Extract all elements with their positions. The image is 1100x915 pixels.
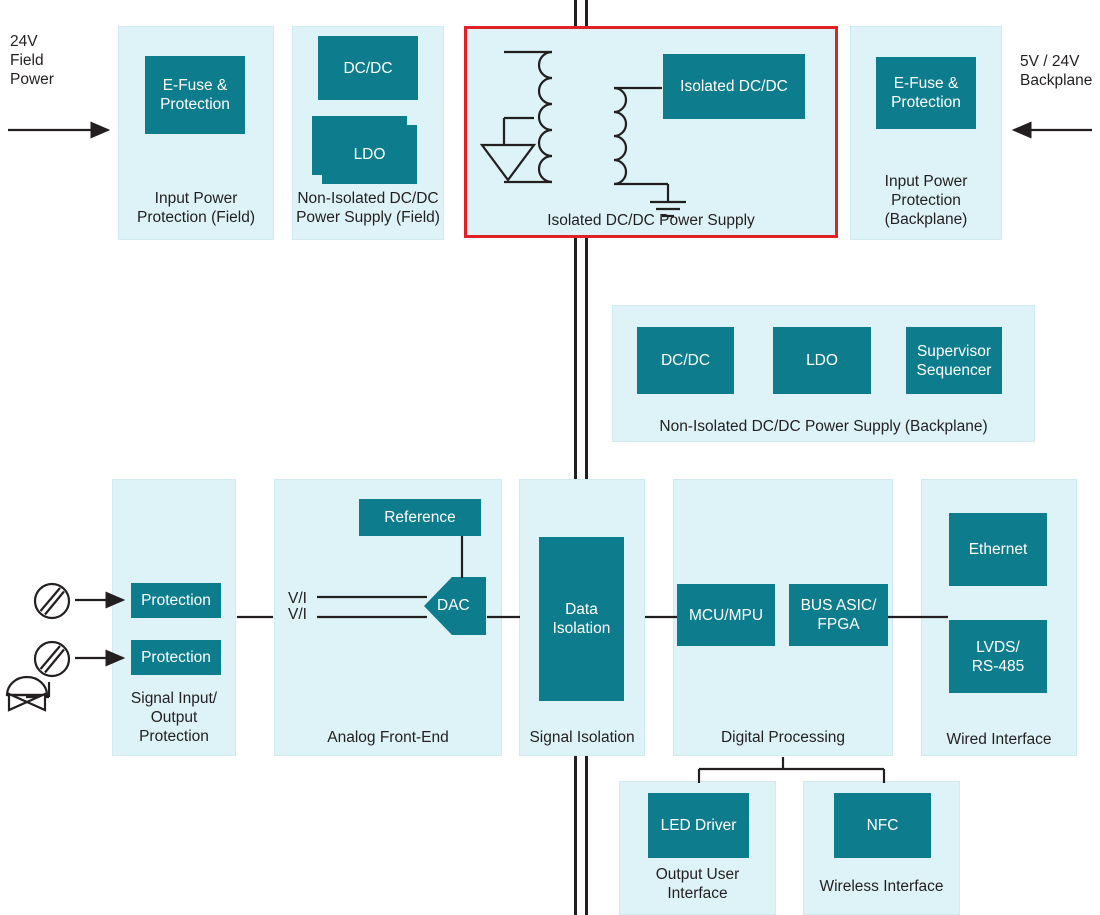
block-e-fuse-protection-field: E-Fuse & Protection xyxy=(145,56,245,134)
block-nfc: NFC xyxy=(834,793,931,858)
group-label-non-isolated-supply-backplane: Non-Isolated DC/DC Power Supply (Backpla… xyxy=(659,418,988,435)
group-label-wireless-interface: Wireless Interface xyxy=(819,878,944,895)
block-bus-asic-fpga: BUS ASIC/ FPGA xyxy=(789,584,888,646)
port-label-vi-bottom: V/I xyxy=(288,606,307,623)
group-label-output-user-interface: Output User Interface xyxy=(655,866,740,902)
sensor-icon-2 xyxy=(33,640,71,678)
group-label-wired-interface: Wired Interface xyxy=(946,731,1052,748)
group-label-isolated-dcdc-power-supply: Isolated DC/DC Power Supply xyxy=(547,212,755,229)
sensor-icon-1 xyxy=(33,582,71,620)
block-protection-1: Protection xyxy=(131,583,221,618)
group-label-digital-processing: Digital Processing xyxy=(720,729,846,746)
group-label-signal-isolation: Signal Isolation xyxy=(529,729,635,746)
field-power-annotation: 24V Field Power xyxy=(10,33,54,88)
block-ethernet: Ethernet xyxy=(949,513,1047,586)
group-label-non-isolated-supply-field: Non-Isolated DC/DC Power Supply (Field) xyxy=(296,190,440,226)
block-dac-label: DAC xyxy=(437,597,470,614)
block-dcdc-backplane: DC/DC xyxy=(637,327,734,394)
block-data-isolation: Data Isolation xyxy=(539,537,624,701)
block-diagram-canvas: 24V Field Power 5V / 24V Backplane E-Fus… xyxy=(0,0,1100,915)
block-e-fuse-protection-backplane: E-Fuse & Protection xyxy=(876,57,976,129)
transformer-secondary-symbol xyxy=(613,86,686,218)
group-label-input-power-protection-backplane: Input Power Protection (Backplane) xyxy=(884,173,968,228)
group-label-analog-front-end: Analog Front-End xyxy=(327,729,449,746)
block-supervisor-sequencer: Supervisor Sequencer xyxy=(906,327,1002,394)
group-label-input-power-protection-field: Input Power Protection (Field) xyxy=(136,190,255,226)
block-ldo-field: LDO xyxy=(312,116,417,184)
block-reference: Reference xyxy=(359,499,481,536)
block-mcu-mpu: MCU/MPU xyxy=(677,584,775,646)
block-protection-2: Protection xyxy=(131,640,221,675)
backplane-power-annotation: 5V / 24V Backplane xyxy=(1020,53,1093,89)
block-dcdc-field: DC/DC xyxy=(318,36,418,100)
block-ldo-backplane: LDO xyxy=(773,327,871,394)
block-led-driver: LED Driver xyxy=(648,793,749,858)
block-lvds-rs485: LVDS/ RS-485 xyxy=(949,620,1047,693)
group-label-signal-io-protection: Signal Input/ Output Protection xyxy=(130,690,218,745)
valve-actuator-icon xyxy=(5,675,49,712)
